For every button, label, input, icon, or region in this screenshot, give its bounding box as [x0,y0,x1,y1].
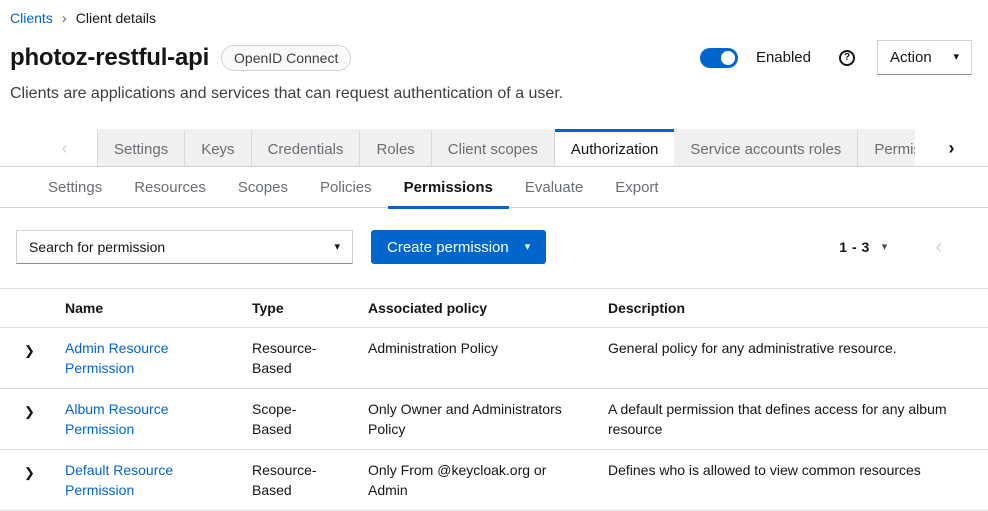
caret-down-icon: ▾ [953,52,959,63]
tab-label: Roles [376,141,414,158]
row-expander-icon[interactable]: ❯ [24,344,35,357]
table-row: ❯ Admin Resource Permission Resource-Bas… [0,328,988,389]
permissions-table: Name Type Associated policy Description … [0,288,988,511]
caret-down-icon: ▾ [525,242,531,253]
tab-roles[interactable]: Roles [360,129,431,166]
action-dropdown-label: Action [890,49,932,66]
subtab-policies[interactable]: Policies [304,167,388,207]
tab-keys[interactable]: Keys [185,129,251,166]
subtab-evaluate[interactable]: Evaluate [509,167,599,207]
authorization-subtabs: Settings Resources Scopes Policies Permi… [0,167,988,208]
table-row: ❯ Album Resource Permission Scope-Based … [0,389,988,450]
header-controls: Enabled ? Action ▾ [700,40,972,75]
tab-credentials[interactable]: Credentials [252,129,361,166]
pagination-caret-down-icon[interactable]: ▾ [882,242,888,253]
pagination: 1 - 3 ▾ ‹ [839,237,972,257]
permissions-toolbar: Search for permission ▾ Create permissio… [0,208,988,264]
tab-label: Authorization [571,141,659,158]
tab-label: Keys [201,141,234,158]
tab-label: Service accounts roles [690,141,841,158]
column-header-associated-policy: Associated policy [352,289,592,328]
permission-description: General policy for any administrative re… [592,328,988,389]
column-header-description: Description [592,289,988,328]
protocol-badge: OpenID Connect [221,45,351,71]
toggle-knob [721,51,735,65]
tab-client-scopes[interactable]: Client scopes [432,129,555,166]
permission-name-link[interactable]: Album Resource Permission [65,401,169,437]
column-header-name: Name [49,289,236,328]
breadcrumb-separator-icon: › [62,11,67,26]
enabled-label: Enabled [756,49,811,66]
tab-scroll-left-button[interactable]: ‹ [0,129,97,166]
breadcrumb-current: Client details [76,10,156,26]
page-title: photoz-restful-api [10,42,209,74]
tab-settings[interactable]: Settings [97,129,185,166]
help-icon[interactable]: ? [839,50,855,66]
row-expander-icon[interactable]: ❯ [24,405,35,418]
column-header-type: Type [236,289,352,328]
pagination-prev-button[interactable]: ‹ [935,237,942,257]
caret-down-icon: ▾ [334,242,340,253]
enabled-toggle[interactable] [700,48,738,68]
main-tabbar: ‹ Settings Keys Credentials Roles Client… [0,129,988,167]
permission-type: Resource-Based [236,328,352,389]
permission-policy: Only From @keycloak.org or Admin [352,450,592,511]
tab-authorization[interactable]: Authorization [555,129,675,166]
pagination-range: 1 - 3 [839,239,870,255]
permission-name-link[interactable]: Default Resource Permission [65,462,173,498]
tab-label: Credentials [268,141,344,158]
tab-label: Client scopes [448,141,538,158]
chevron-left-icon: ‹ [62,139,68,157]
title-wrap: photoz-restful-api OpenID Connect [10,42,351,74]
page-header: photoz-restful-api OpenID Connect Enable… [0,40,988,75]
chevron-right-icon: › [949,139,955,157]
permission-description: Defines who is allowed to view common re… [592,450,988,511]
permission-name-link[interactable]: Admin Resource Permission [65,340,169,376]
search-permission-dropdown[interactable]: Search for permission ▾ [16,230,353,264]
permission-type: Scope-Based [236,389,352,450]
subtab-export[interactable]: Export [599,167,674,207]
subtab-resources[interactable]: Resources [118,167,222,207]
expander-column-header [0,289,49,328]
permission-description: A default permission that defines access… [592,389,988,450]
search-permission-label: Search for permission [29,239,165,255]
create-permission-button[interactable]: Create permission ▾ [371,230,546,264]
action-dropdown[interactable]: Action ▾ [877,40,972,75]
tab-service-accounts-roles[interactable]: Service accounts roles [674,129,858,166]
create-permission-label: Create permission [387,239,509,256]
page-description: Clients are applications and services th… [0,85,988,103]
permission-policy: Administration Policy [352,328,592,389]
breadcrumb: Clients › Client details [0,0,988,26]
permission-policy: Only Owner and Administrators Policy [352,389,592,450]
row-expander-icon[interactable]: ❯ [24,466,35,479]
subtab-settings[interactable]: Settings [32,167,118,207]
breadcrumb-link-clients[interactable]: Clients [10,10,53,26]
subtab-permissions[interactable]: Permissions [388,167,509,207]
table-row: ❯ Default Resource Permission Resource-B… [0,450,988,511]
tab-scroll-right-button[interactable]: › [915,129,988,167]
tab-label: Settings [114,141,168,158]
subtab-scopes[interactable]: Scopes [222,167,304,207]
permission-type: Resource-Based [236,450,352,511]
table-header-row: Name Type Associated policy Description [0,289,988,328]
